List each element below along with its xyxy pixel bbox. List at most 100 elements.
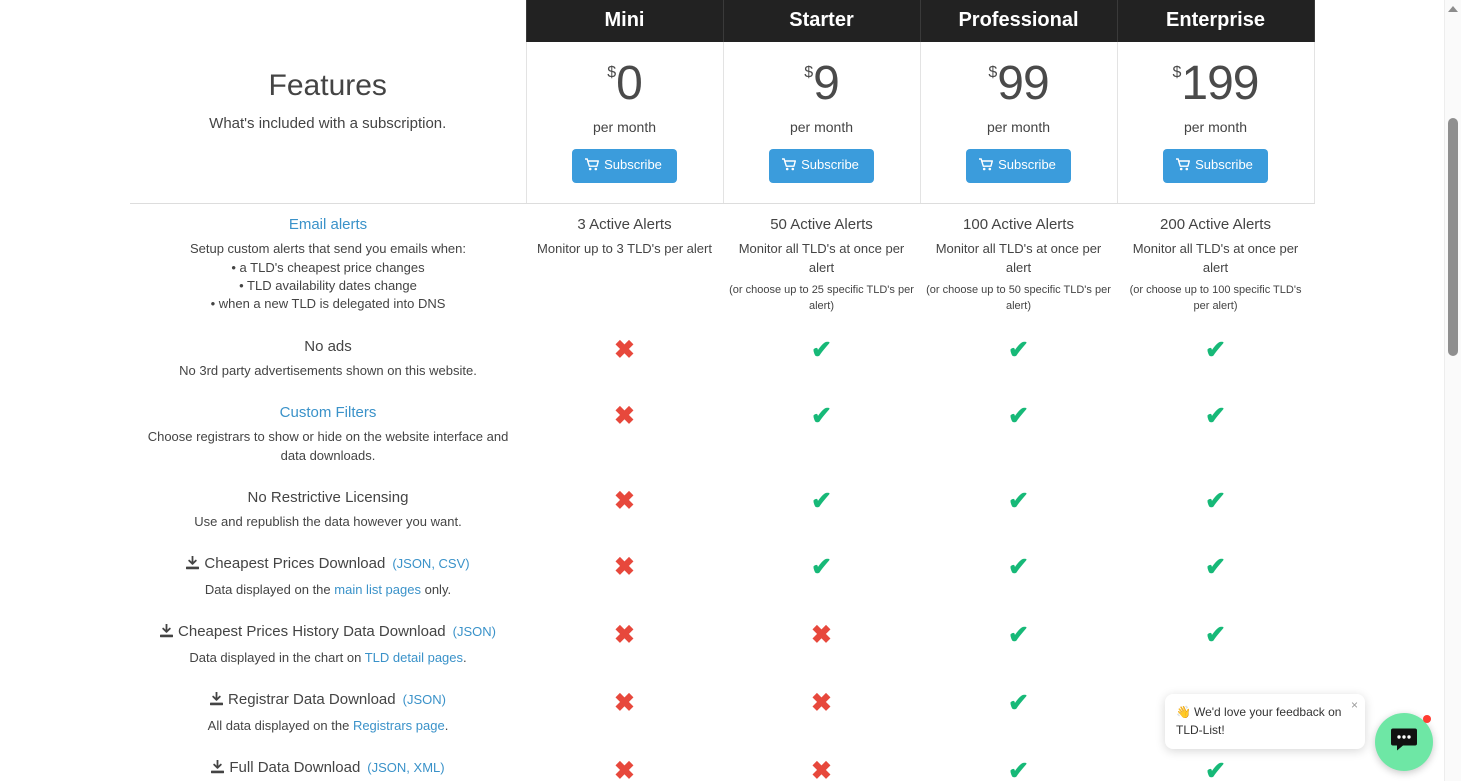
subscribe-button-label: Subscribe	[604, 157, 662, 172]
value-cell-3-1: ✔	[723, 477, 920, 543]
speech-bubble-icon	[1391, 728, 1417, 757]
download-icon	[210, 691, 224, 712]
subscribe-button-professional[interactable]: Subscribe	[966, 149, 1071, 183]
download-icon	[186, 555, 200, 576]
vertical-scrollbar[interactable]	[1444, 0, 1461, 781]
feature-cell-7: Full Data Download(JSON, XML)Data displa…	[130, 747, 526, 781]
value-cell-5-3: ✔	[1117, 611, 1314, 679]
value-cell-1-2: ✔	[920, 326, 1117, 392]
scroll-up-arrow-icon[interactable]	[1448, 6, 1458, 12]
value-cell-1-1: ✔	[723, 326, 920, 392]
features-heading-cell: Features What's included with a subscript…	[130, 42, 526, 204]
cross-icon: ✖	[614, 553, 635, 581]
subscribe-button-mini[interactable]: Subscribe	[572, 149, 677, 183]
value-cell-5-0: ✖	[526, 611, 723, 679]
check-icon: ✔	[1205, 402, 1226, 430]
download-icon	[160, 623, 174, 644]
feature-description-text: Data displayed on the	[204, 582, 335, 597]
price-line: $199	[1122, 60, 1310, 108]
feature-cell-2: Custom Filters Choose registrars to show …	[130, 392, 526, 477]
feature-name-text: Registrar Data Download	[228, 691, 396, 708]
feature-cell-4: Cheapest Prices Download (JSON, CSV) Data …	[130, 543, 526, 611]
feature-description-link[interactable]: TLD detail pages	[365, 650, 463, 665]
price-period: per month	[1183, 119, 1248, 135]
value-subtitle: Monitor up to 3 TLD's per alert	[537, 241, 712, 256]
value-cell-7-2: ✔	[920, 747, 1117, 781]
plan-name-enterprise: Enterprise	[1116, 0, 1315, 42]
cross-icon: ✖	[811, 757, 832, 781]
feature-description: Data displayed in the chart on TLD detai…	[138, 648, 518, 667]
feature-name[interactable]: Custom Filters	[138, 402, 518, 423]
feature-formats-label[interactable]: (JSON)	[403, 692, 446, 707]
value-cell-0-1: 50 Active Alerts Monitor all TLD's at onc…	[723, 204, 920, 327]
check-icon: ✔	[811, 402, 832, 430]
feature-name: Cheapest Prices Download (JSON, CSV)	[138, 553, 518, 576]
feature-name-text: No Restrictive Licensing	[247, 489, 409, 506]
plan-price-cell-starter: $9 per month Subscribe	[722, 42, 921, 204]
plan-name-professional: Professional	[919, 0, 1118, 42]
price-amount: 199	[1181, 57, 1259, 110]
download-icon	[211, 759, 225, 780]
cross-icon: ✖	[614, 402, 635, 430]
feature-name[interactable]: Email alerts	[138, 214, 518, 235]
close-icon[interactable]: ×	[1351, 699, 1358, 711]
pricing-comparison-table: Mini Starter Professional Enterprise Feature…	[130, 0, 1315, 781]
feature-description: No 3rd party advertisements shown on thi…	[179, 363, 477, 378]
check-icon: ✔	[811, 487, 832, 515]
currency-symbol: $	[804, 64, 814, 81]
value-cell-3-2: ✔	[920, 477, 1117, 543]
feature-description-link[interactable]: main list pages	[334, 582, 421, 597]
scrollbar-thumb[interactable]	[1448, 118, 1458, 356]
value-cell-6-1: ✖	[723, 679, 920, 747]
feature-description: Data displayed on the main list pages on…	[138, 580, 518, 599]
check-icon: ✔	[1008, 621, 1029, 649]
value-cell-4-2: ✔	[920, 543, 1117, 611]
value-note: (or choose up to 25 specific TLD's per a…	[729, 284, 914, 312]
feature-bullet: • when a new TLD is delegated into DNS	[210, 296, 446, 311]
value-cell-2-3: ✔	[1117, 392, 1314, 477]
chat-launcher-button[interactable]	[1375, 713, 1433, 771]
feature-formats-label[interactable]: (JSON)	[453, 624, 496, 639]
value-cell-4-3: ✔	[1117, 543, 1314, 611]
table-row: No ads No 3rd party advertisements shown …	[130, 326, 1314, 392]
value-subtitle: Monitor all TLD's at once per alert	[935, 241, 1102, 275]
check-icon: ✔	[1205, 553, 1226, 581]
subscribe-button-starter[interactable]: Subscribe	[769, 149, 874, 183]
table-row: Registrar Data Download (JSON) All data di…	[130, 679, 1314, 747]
feature-name: Cheapest Prices History Data Download (JS…	[138, 621, 518, 644]
check-icon: ✔	[1008, 553, 1029, 581]
feature-description: Use and republish the data however you w…	[194, 514, 462, 529]
subscribe-button-enterprise[interactable]: Subscribe	[1163, 149, 1268, 183]
table-row: Cheapest Prices History Data Download (JS…	[130, 611, 1314, 679]
waving-hand-icon: 👋	[1176, 705, 1191, 719]
check-icon: ✔	[1008, 336, 1029, 364]
feature-bullet: • a TLD's cheapest price changes	[231, 260, 425, 275]
feature-name-text: Full Data Download	[229, 759, 361, 776]
cross-icon: ✖	[614, 757, 635, 781]
feature-description-link[interactable]: Registrars page	[353, 718, 445, 733]
cross-icon: ✖	[614, 689, 635, 717]
check-icon: ✔	[811, 553, 832, 581]
value-cell-7-0: ✖	[526, 747, 723, 781]
feature-description: Setup custom alerts that send you emails…	[189, 241, 467, 256]
feature-name: No ads	[138, 336, 518, 357]
feature-description-text: All data displayed on the	[207, 718, 353, 733]
feature-name-text: No ads	[304, 338, 352, 355]
value-cell-0-2: 100 Active Alerts Monitor all TLD's at on…	[920, 204, 1117, 327]
value-cell-0-0: 3 Active Alerts Monitor up to 3 TLD's per…	[526, 204, 723, 327]
feature-description: All data displayed on the Registrars pag…	[138, 716, 518, 735]
check-icon: ✔	[1205, 621, 1226, 649]
feature-name-text: Cheapest Prices Download	[204, 555, 386, 572]
feature-description-text: Data displayed in the chart on	[189, 650, 365, 665]
value-note: (or choose up to 50 specific TLD's per a…	[926, 284, 1111, 312]
feature-name: No Restrictive Licensing	[138, 487, 518, 508]
feature-name-text: Email alerts	[288, 216, 368, 233]
feature-formats-label[interactable]: (JSON, CSV)	[392, 556, 469, 571]
feature-cell-5: Cheapest Prices History Data Download (JS…	[130, 611, 526, 679]
value-cell-2-1: ✔	[723, 392, 920, 477]
feature-name: Full Data Download (JSON, XML)	[138, 757, 518, 780]
feature-formats-label[interactable]: (JSON, XML)	[367, 760, 444, 775]
cross-icon: ✖	[614, 621, 635, 649]
currency-symbol: $	[988, 64, 998, 81]
check-icon: ✔	[1205, 487, 1226, 515]
